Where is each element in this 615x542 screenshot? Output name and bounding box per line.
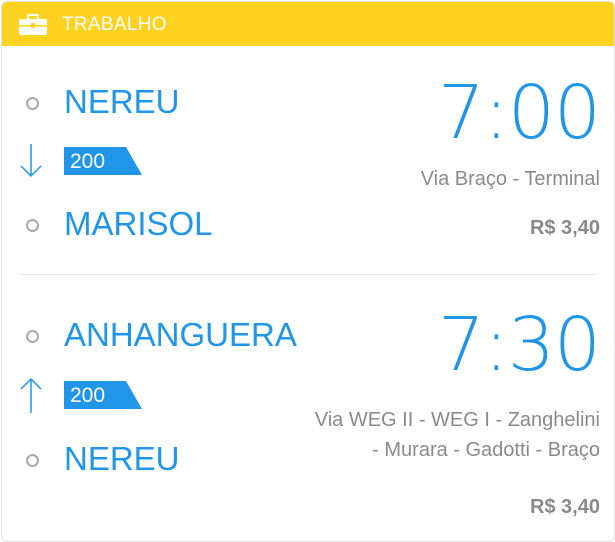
trip-item[interactable]: NEREU 200 MARISOL 7:00 Via Braço - Termi… [2,46,614,274]
header-title: TRABALHO [62,14,167,35]
route-line: - Murara - Gadotti - Braço [372,439,600,461]
destination-stop-icon [26,454,39,467]
arrow-down-icon [20,144,42,178]
origin-stop-icon [26,97,39,110]
fare-price: R$ 3,40 [529,217,600,239]
destination-name: MARISOL [64,205,213,242]
briefcase-icon [19,14,47,35]
arrow-up-icon [20,377,42,413]
route-line: Via Braço - Terminal [420,168,600,190]
origin-name: ANHANGUERA [64,316,297,353]
trip-item[interactable]: ANHANGUERA 200 NEREU 7:30 Via WEG II - W… [2,275,614,541]
line-badge: 200 [64,147,142,175]
card-header: TRABALHO [2,2,614,46]
schedule-card[interactable]: TRABALHO NEREU 200 MARISOL 7:00 Via Braç… [1,1,615,542]
destination-stop-icon [26,219,39,232]
destination-name: NEREU [64,440,180,477]
line-number: 200 [70,384,106,407]
origin-name: NEREU [64,83,180,120]
origin-stop-icon [26,330,39,343]
fare-price: R$ 3,40 [529,496,600,518]
departure-time: 7:00 [437,70,601,156]
route-description: Via Braço - Terminal [421,164,600,194]
route-line: Via WEG II - WEG I - Zanghelini [314,409,600,431]
line-badge: 200 [64,381,142,409]
departure-time: 7:30 [437,302,601,388]
line-number: 200 [70,150,106,173]
route-description: Via WEG II - WEG I - Zanghelini - Murara… [315,405,600,465]
